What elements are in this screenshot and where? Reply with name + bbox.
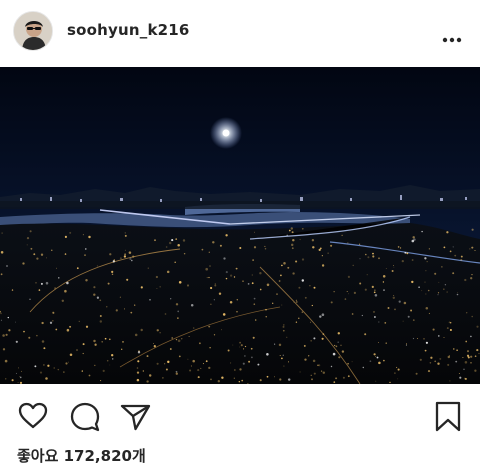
post-image[interactable] — [0, 67, 480, 385]
profile-photo — [14, 12, 52, 50]
comment-icon[interactable] — [68, 399, 102, 433]
username[interactable]: soohyun_k216 — [67, 21, 190, 39]
heart-icon[interactable] — [16, 399, 50, 433]
avatar[interactable] — [13, 11, 53, 51]
post-header: soohyun_k216 — [0, 0, 480, 64]
bookmark-icon[interactable] — [431, 399, 465, 433]
more-horizontal-icon[interactable] — [442, 28, 462, 43]
post-actions — [0, 396, 480, 436]
send-icon[interactable] — [118, 399, 152, 433]
likes-count[interactable]: 좋아요 172,820개 — [17, 445, 146, 466]
